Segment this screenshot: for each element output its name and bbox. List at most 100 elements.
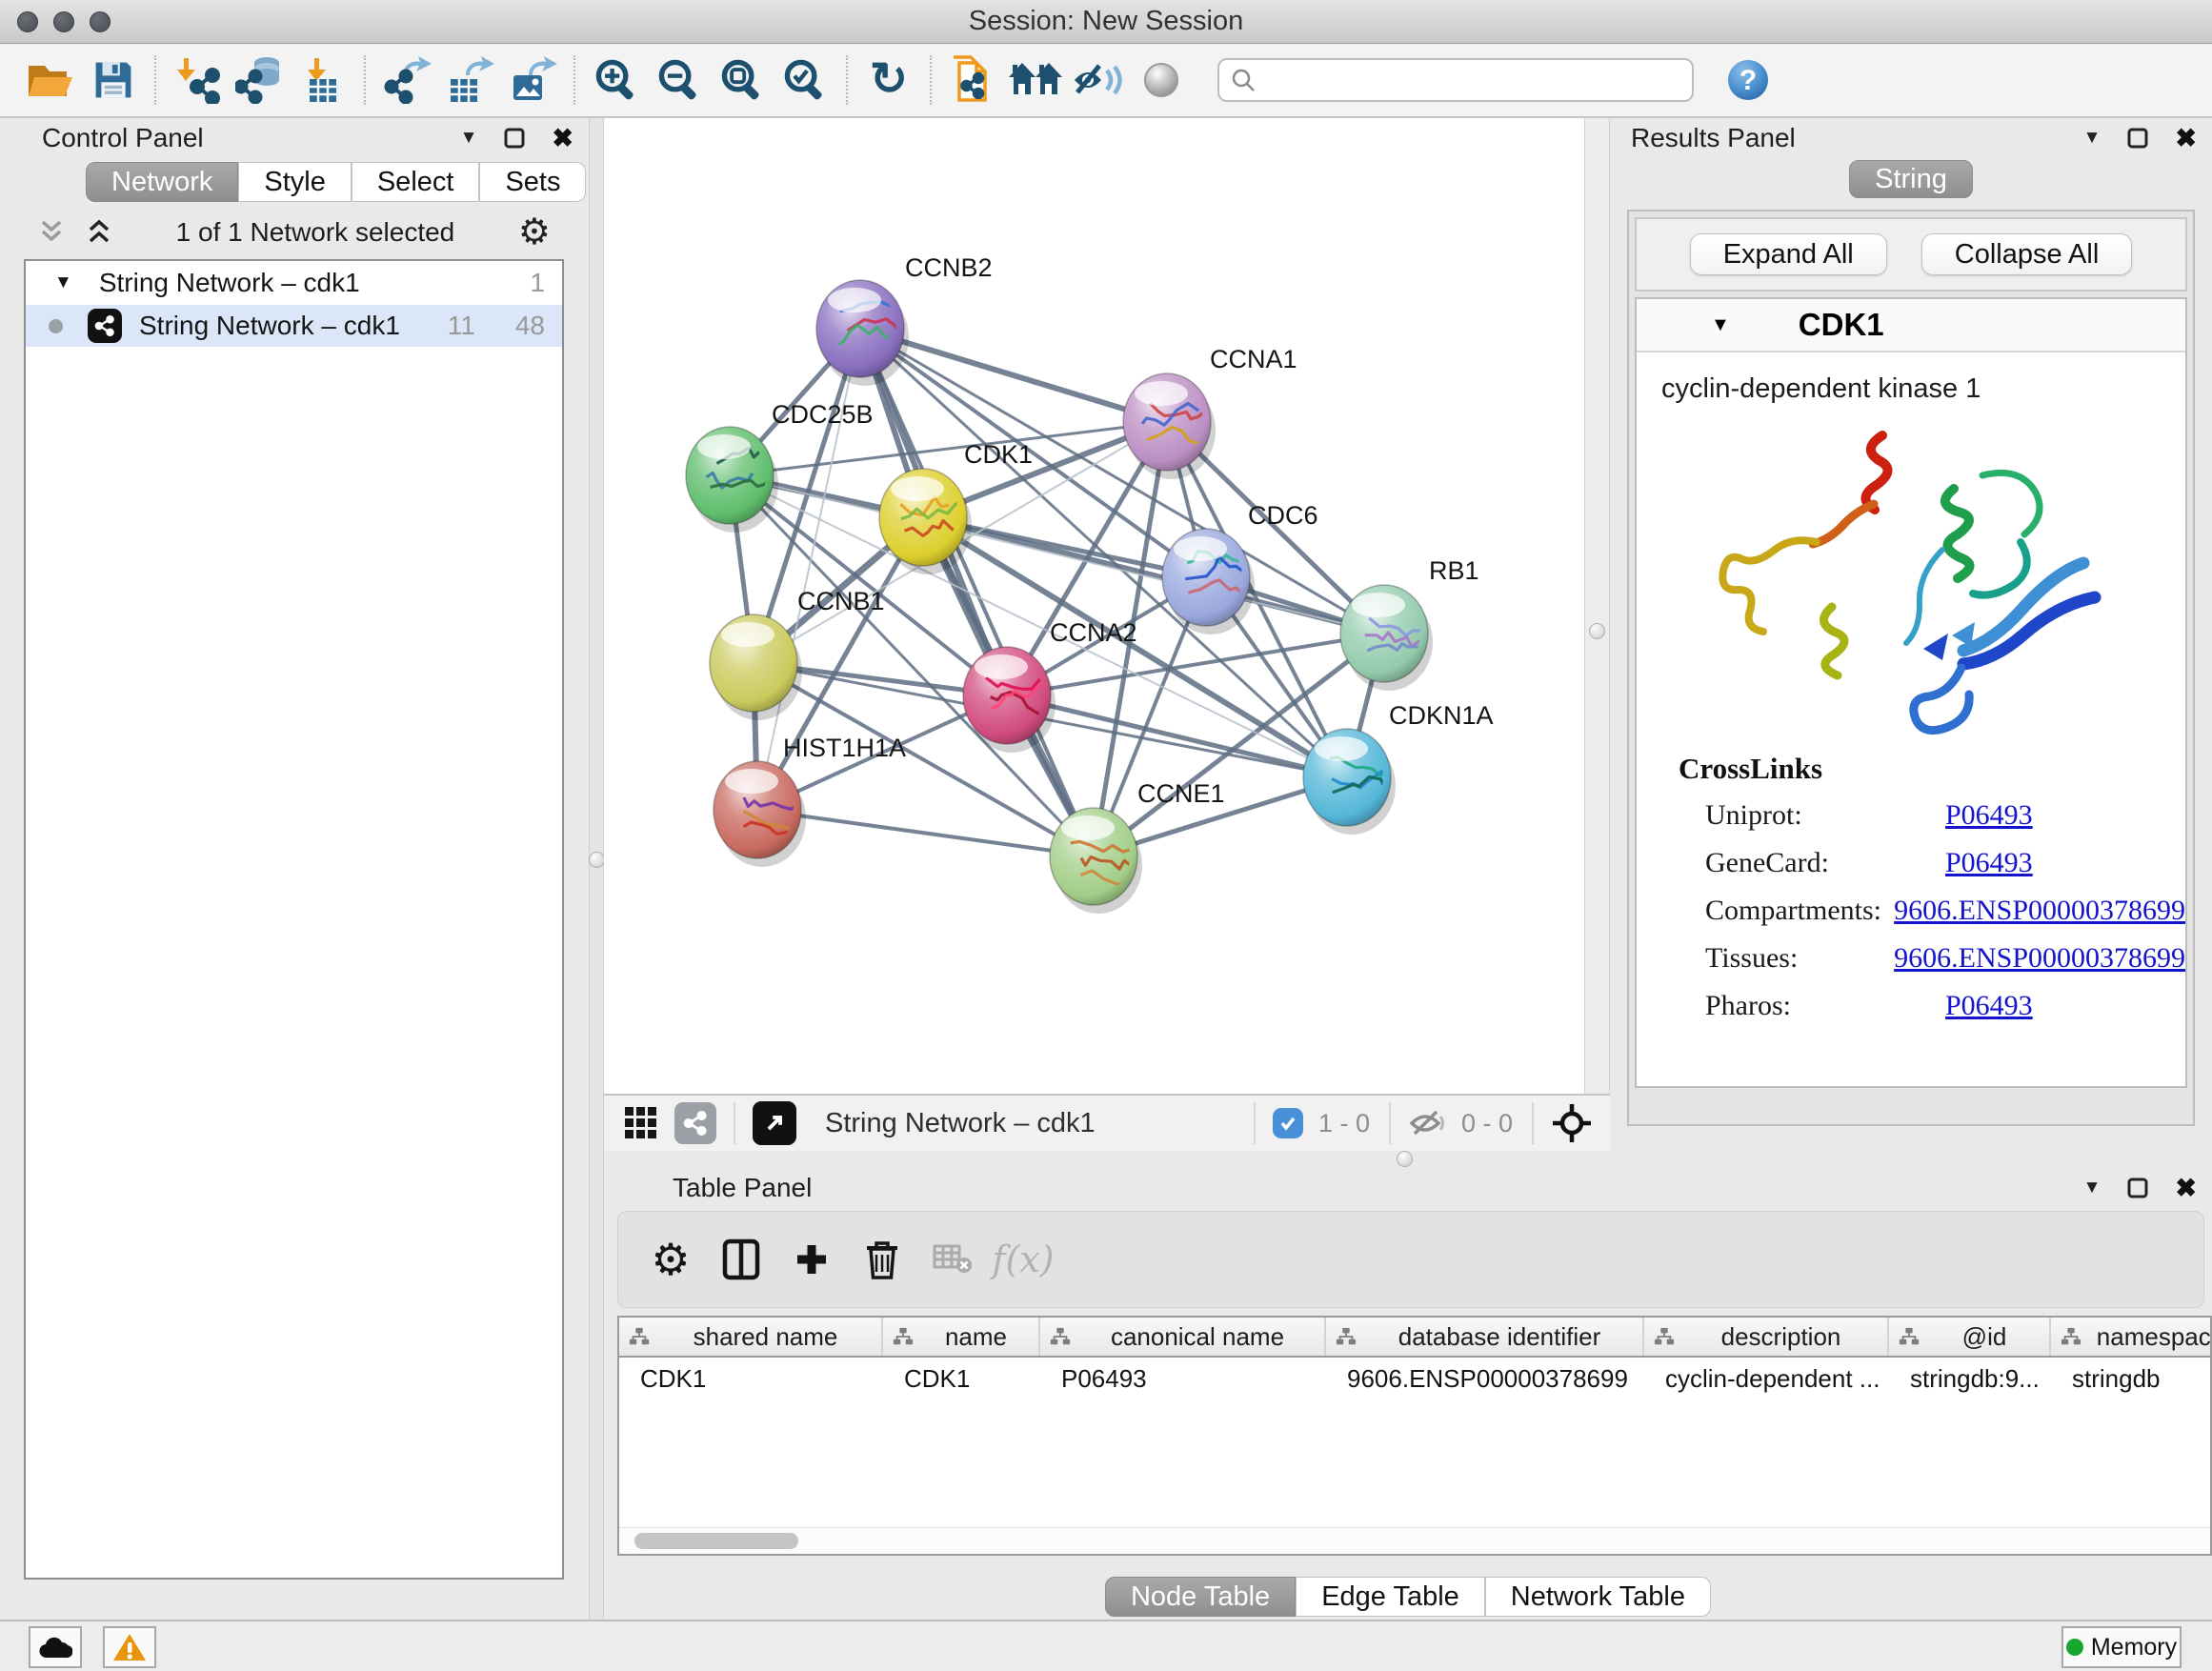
crosslink-value-tissues[interactable]: 9606.ENSP00000378699	[1894, 942, 2185, 975]
tab-node-table[interactable]: Node Table	[1105, 1577, 1296, 1617]
tab-select[interactable]: Select	[352, 162, 480, 202]
scrollbar-thumb[interactable]	[634, 1533, 798, 1549]
column-header-database-identifier[interactable]: database identifier	[1326, 1318, 1644, 1356]
tab-network[interactable]: Network	[86, 162, 238, 202]
tab-edge-table[interactable]: Edge Table	[1296, 1577, 1485, 1617]
close-panel-icon[interactable]: ✖	[2175, 124, 2197, 153]
close-panel-icon[interactable]: ✖	[552, 124, 573, 153]
network-edge-CCNB2-CCNE1[interactable]	[860, 329, 1094, 856]
delete-column-icon[interactable]	[847, 1224, 917, 1295]
cloud-status-button[interactable]	[29, 1626, 82, 1668]
selected-checkbox-icon[interactable]	[1273, 1108, 1303, 1138]
left-splitter-grip[interactable]	[589, 852, 605, 868]
crosslink-value-genecard[interactable]: P06493	[1945, 847, 2033, 879]
table-cell[interactable]: stringdb:9...	[1889, 1364, 2051, 1394]
float-panel-icon[interactable]	[2127, 1178, 2148, 1198]
home-networks-button[interactable]	[1004, 50, 1067, 111]
panel-menu-caret-icon[interactable]: ▼	[2083, 1178, 2101, 1198]
refresh-button[interactable]: ↻	[857, 50, 920, 111]
table-row[interactable]: CDK1CDK1P064939606.ENSP00000378699cyclin…	[619, 1358, 2210, 1399]
zoom-fit-button[interactable]	[711, 50, 774, 111]
panel-menu-caret-icon[interactable]: ▼	[460, 128, 478, 149]
column-header-id[interactable]: @id	[1889, 1318, 2051, 1356]
open-session-button[interactable]	[19, 50, 82, 111]
column-header-description[interactable]: description	[1644, 1318, 1889, 1356]
network-node-CCNB2[interactable]: CCNB2	[816, 253, 993, 386]
horizontal-splitter-grip[interactable]	[1397, 1151, 1413, 1167]
warnings-button[interactable]	[103, 1626, 156, 1668]
right-splitter[interactable]	[1584, 118, 1610, 1151]
crosslink-value-uniprot[interactable]: P06493	[1945, 799, 2033, 832]
column-header-namespace[interactable]: namespace	[2051, 1318, 2212, 1356]
table-cell[interactable]: cyclin-dependent ...	[1644, 1364, 1889, 1394]
left-splitter[interactable]	[589, 118, 604, 1620]
network-canvas[interactable]: CCNB2CCNA1CDC25BCDK1CDC6RB1CCNB1CCNA2CDK…	[604, 118, 1584, 1094]
add-column-icon[interactable]	[776, 1224, 847, 1295]
results-entry-header[interactable]: ▼ CDK1	[1637, 299, 2185, 352]
network-graph[interactable]: CCNB2CCNA1CDC25BCDK1CDC6RB1CCNB1CCNA2CDK…	[604, 118, 1584, 1094]
column-header-shared-name[interactable]: shared name	[619, 1318, 883, 1356]
memory-button[interactable]: Memory	[2061, 1626, 2182, 1668]
network-node-RB1[interactable]: RB1	[1340, 556, 1479, 691]
network-node-CDKN1A[interactable]: CDKN1A	[1303, 701, 1494, 835]
zoom-out-button[interactable]	[648, 50, 711, 111]
zoom-in-button[interactable]	[585, 50, 648, 111]
collapse-all-button[interactable]: Collapse All	[1921, 233, 2133, 275]
table-horizontal-scrollbar[interactable]	[619, 1527, 2210, 1554]
tab-network-table[interactable]: Network Table	[1485, 1577, 1711, 1617]
import-table-button[interactable]	[292, 50, 354, 111]
column-visibility-icon[interactable]	[706, 1224, 776, 1295]
collection-expand-icon[interactable]: ▼	[54, 272, 72, 293]
float-panel-icon[interactable]	[2127, 128, 2148, 149]
tab-sets[interactable]: Sets	[479, 162, 586, 202]
hide-glyphs-button[interactable]	[1067, 50, 1130, 111]
export-table-button[interactable]	[438, 50, 501, 111]
table-cell[interactable]: P06493	[1040, 1364, 1326, 1394]
network-node-CDC6[interactable]: CDC6	[1162, 501, 1318, 634]
network-node-CCNB1[interactable]: CCNB1	[710, 587, 885, 720]
network-row-selected[interactable]: String Network – cdk1 11 48	[26, 305, 562, 347]
network-node-CCNA1[interactable]: CCNA1	[1123, 345, 1297, 479]
horizontal-splitter[interactable]	[604, 1151, 2212, 1167]
open-external-view-icon[interactable]	[753, 1101, 796, 1145]
import-network-from-database-button[interactable]	[229, 50, 292, 111]
crosslink-value-pharos[interactable]: P06493	[1945, 990, 2033, 1022]
share-session-file-button[interactable]	[941, 50, 1004, 111]
export-network-button[interactable]	[375, 50, 438, 111]
save-session-button[interactable]	[82, 50, 145, 111]
zoom-selected-button[interactable]	[774, 50, 836, 111]
network-node-HIST1H1A[interactable]: HIST1H1A	[714, 734, 906, 867]
import-network-button[interactable]	[166, 50, 229, 111]
collapse-all-icon[interactable]	[38, 218, 65, 247]
presentation-mode-button[interactable]	[1130, 50, 1193, 111]
grid-view-icon[interactable]	[623, 1105, 659, 1141]
expand-all-button[interactable]: Expand All	[1690, 233, 1887, 275]
network-edge-HIST1H1A-CCNE1[interactable]	[757, 810, 1094, 856]
column-header-canonical-name[interactable]: canonical name	[1040, 1318, 1326, 1356]
column-header-name[interactable]: name	[883, 1318, 1040, 1356]
network-options-gear-icon[interactable]: ⚙	[518, 214, 551, 251]
network-collection-row[interactable]: ▼ String Network – cdk1 1	[26, 261, 562, 305]
close-panel-icon[interactable]: ✖	[2175, 1174, 2197, 1203]
network-node-CCNE1[interactable]: CCNE1	[1050, 779, 1225, 914]
table-settings-gear-icon[interactable]: ⚙	[635, 1224, 706, 1295]
fit-selected-crosshair-icon[interactable]	[1551, 1102, 1593, 1144]
help-button[interactable]: ?	[1717, 50, 1780, 111]
expand-all-icon[interactable]	[86, 218, 112, 247]
tab-string[interactable]: String	[1849, 160, 1973, 198]
crosslink-value-compartments[interactable]: 9606.ENSP00000378699	[1894, 895, 2185, 927]
hidden-eye-icon[interactable]	[1408, 1108, 1446, 1138]
column-label: namespace	[2081, 1322, 2212, 1352]
search-input[interactable]	[1263, 61, 1692, 99]
right-splitter-grip[interactable]	[1589, 623, 1605, 639]
share-network-view-icon[interactable]	[674, 1102, 716, 1144]
export-image-button[interactable]	[501, 50, 564, 111]
float-panel-icon[interactable]	[504, 128, 525, 149]
table-cell[interactable]: CDK1	[619, 1364, 883, 1394]
entry-collapse-icon[interactable]: ▼	[1711, 314, 1730, 336]
table-cell[interactable]: CDK1	[883, 1364, 1040, 1394]
table-cell[interactable]: stringdb	[2051, 1364, 2212, 1394]
tab-style[interactable]: Style	[238, 162, 351, 202]
panel-menu-caret-icon[interactable]: ▼	[2083, 128, 2101, 149]
table-cell[interactable]: 9606.ENSP00000378699	[1326, 1364, 1644, 1394]
